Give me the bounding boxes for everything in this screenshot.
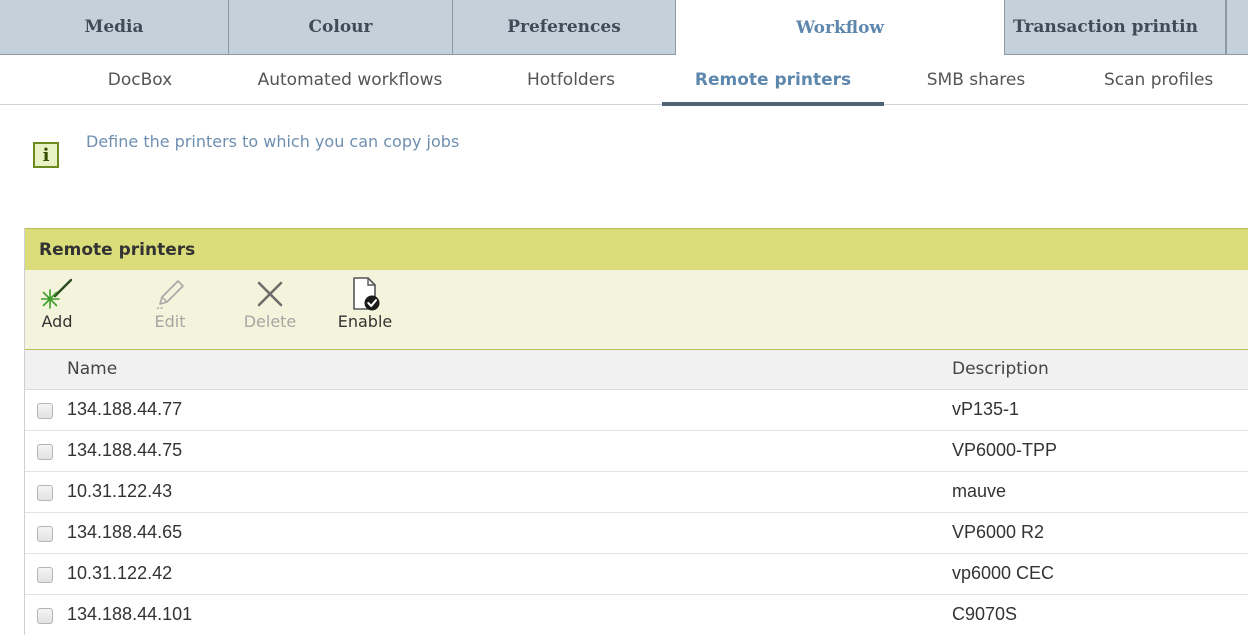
printer-list: 134.188.44.77 vP135-1 134.188.44.75 VP60… [25,390,1248,635]
table-row[interactable]: 10.31.122.43 mauve [25,472,1248,513]
subtab-automated-workflows[interactable]: Automated workflows [226,55,474,105]
row-checkbox[interactable] [37,444,53,460]
table-header: Name Description [25,350,1248,390]
panel-toolbar: Add Edit Delete Enable [25,270,1248,350]
row-checkbox[interactable] [37,526,53,542]
delete-button[interactable]: Delete [235,270,305,350]
enable-button-label: Enable [337,312,393,331]
edit-button[interactable]: Edit [147,270,193,350]
table-row[interactable]: 134.188.44.65 VP6000 R2 [25,513,1248,554]
printer-name: 134.188.44.65 [67,522,183,542]
printer-description: C9070S [952,604,1018,624]
printer-description: vp6000 CEC [952,563,1055,583]
printer-name: 134.188.44.77 [67,399,183,419]
subtab-remote-printers[interactable]: Remote printers [662,55,884,106]
printer-name: 10.31.122.42 [67,563,173,583]
row-checkbox[interactable] [37,485,53,501]
subtab-docbox-label: DocBox [107,70,173,90]
enable-button[interactable]: Enable [329,270,401,350]
table-row[interactable]: 134.188.44.75 VP6000-TPP [25,431,1248,472]
tab-media-label: Media [84,17,144,37]
tab-colour-label: Colour [308,17,373,37]
table-row[interactable]: 134.188.44.101 C9070S [25,595,1248,635]
table-row[interactable]: 10.31.122.42 vp6000 CEC [25,554,1248,595]
remote-printers-panel: Remote printers Add Edit Delete Enable N… [24,228,1248,635]
add-button-label: Add [41,312,73,331]
row-checkbox[interactable] [37,608,53,624]
printer-name: 10.31.122.43 [67,481,173,501]
tab-transaction-printing[interactable]: Transaction printin [1004,0,1226,55]
add-button[interactable]: Add [35,270,79,350]
printer-name: 134.188.44.101 [67,604,193,624]
delete-button-label: Delete [243,312,297,331]
add-icon [40,276,74,312]
tab-colour[interactable]: Colour [229,0,453,55]
printer-description: VP6000-TPP [952,440,1058,460]
subtab-automated-workflows-label: Automated workflows [257,70,443,90]
tab-preferences[interactable]: Preferences [453,0,676,55]
printer-description: vP135-1 [952,399,1020,419]
printer-description: mauve [952,481,1007,501]
column-header-name[interactable]: Name [67,359,117,379]
subtab-smb-shares-label: SMB shares [926,70,1026,90]
subtab-docbox[interactable]: DocBox [84,55,196,105]
subtab-hotfolders-label: Hotfolders [526,70,616,90]
row-checkbox[interactable] [37,567,53,583]
tab-overflow-stub [1226,0,1248,55]
column-header-description[interactable]: Description [952,359,1049,379]
top-tab-bar: Media Colour Preferences Workflow Transa… [0,0,1248,55]
remote-printers-settings-page: Media Colour Preferences Workflow Transa… [0,0,1248,635]
tab-workflow[interactable]: Workflow [676,0,1004,55]
enable-document-icon [348,276,382,312]
tab-transaction-printing-label: Transaction printin [1013,17,1198,37]
sub-tab-bar: DocBox Automated workflows Hotfolders Re… [0,55,1248,106]
tab-media[interactable]: Media [0,0,229,55]
tab-workflow-label: Workflow [795,17,885,38]
delete-x-icon [253,276,287,312]
table-row[interactable]: 134.188.44.77 vP135-1 [25,390,1248,431]
printer-name: 134.188.44.75 [67,440,183,460]
info-icon: i [33,142,59,168]
pencil-icon [153,276,187,312]
subtab-remote-printers-label: Remote printers [694,70,852,90]
panel-title: Remote printers [25,228,1248,270]
info-text: Define the printers to which you can cop… [86,132,460,151]
subtab-scan-profiles[interactable]: Scan profiles [1090,55,1248,105]
row-checkbox[interactable] [37,403,53,419]
edit-button-label: Edit [154,312,186,331]
printer-description: VP6000 R2 [952,522,1045,542]
info-icon-glyph: i [42,144,50,166]
subtab-hotfolders[interactable]: Hotfolders [506,55,636,105]
subtab-scan-profiles-label: Scan profiles [1104,70,1214,90]
tab-preferences-label: Preferences [507,17,621,37]
subtab-smb-shares[interactable]: SMB shares [908,55,1044,105]
